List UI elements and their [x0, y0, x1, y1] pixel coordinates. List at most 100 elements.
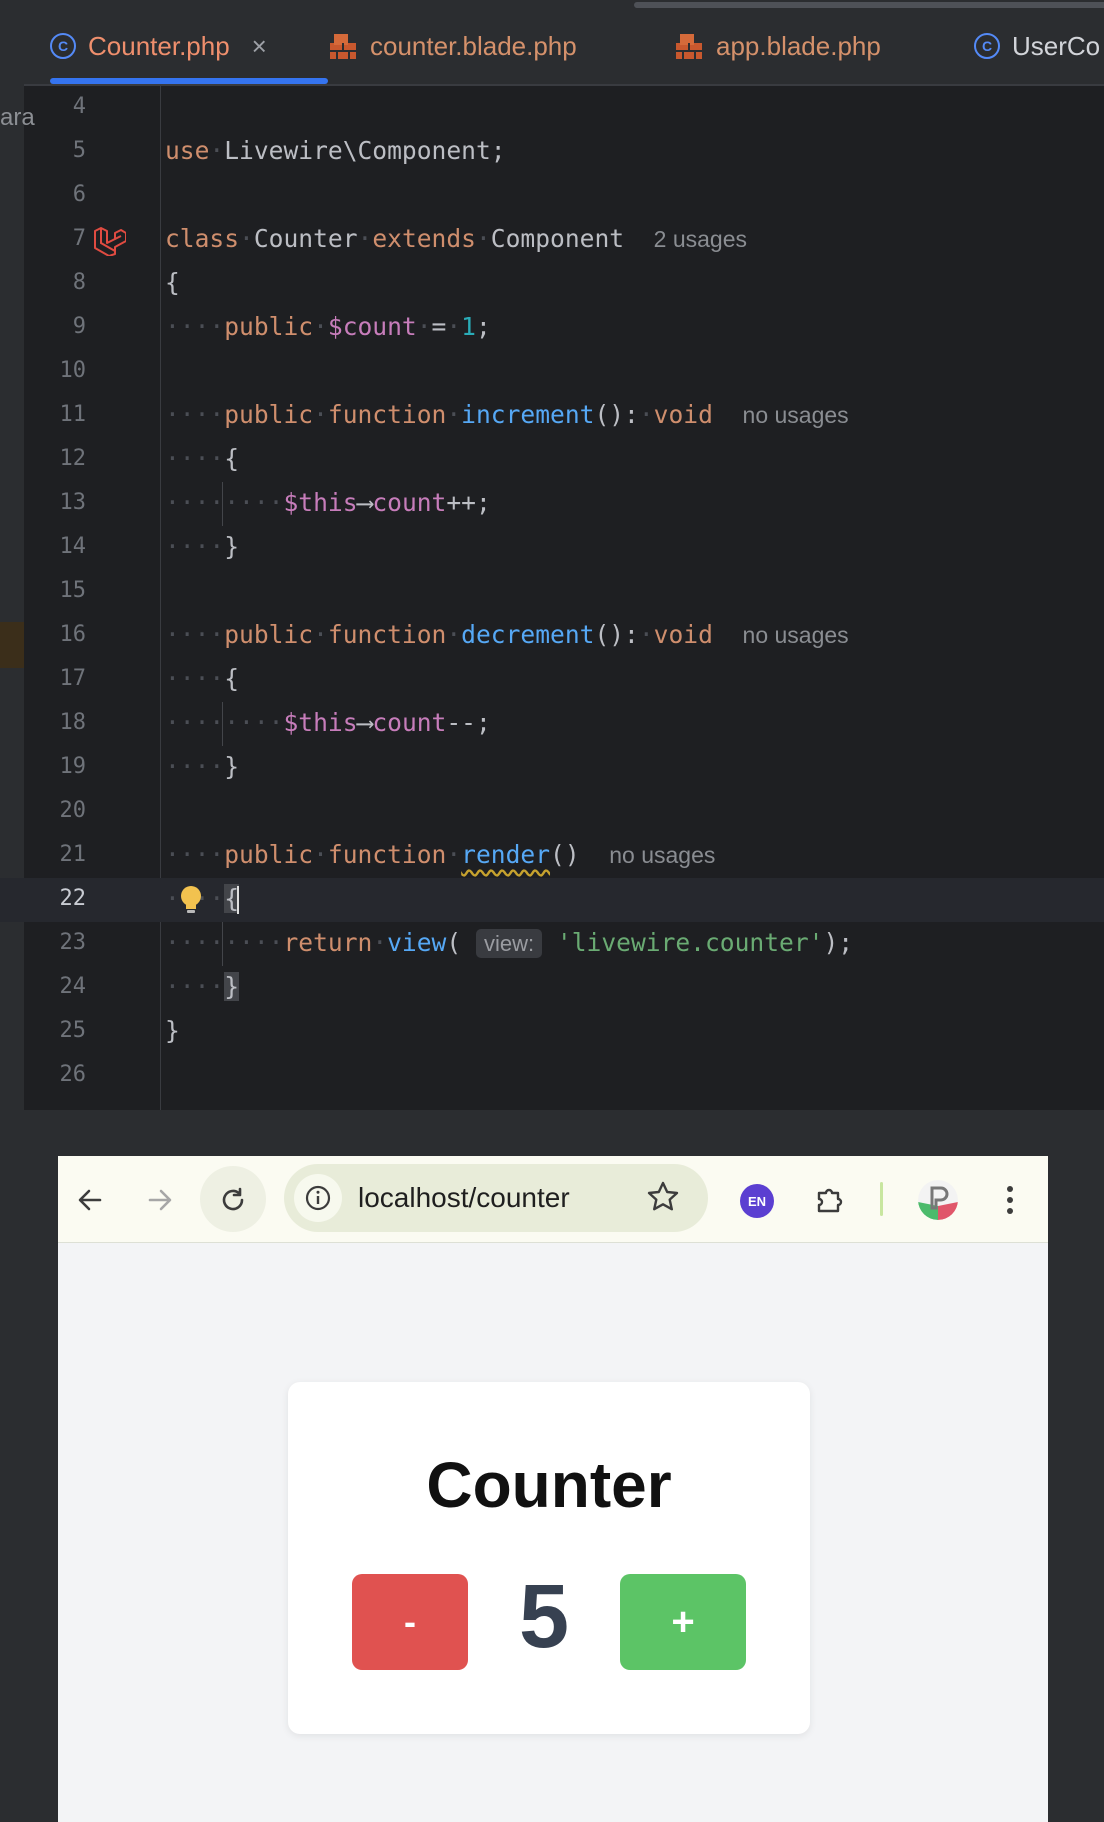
code-text[interactable]: ····public·$count·=·1; [165, 312, 491, 341]
indent-guide [222, 922, 223, 966]
code-text[interactable]: ····} [165, 752, 239, 781]
decrement-button[interactable]: - [352, 1574, 468, 1670]
code-line[interactable]: 17 ····{ [0, 658, 1104, 702]
line-number: 18 [59, 710, 87, 735]
tab-label: UserCo [1012, 30, 1101, 61]
back-button[interactable] [68, 1178, 112, 1222]
tab-app-blade[interactable]: app.blade.php [674, 26, 881, 66]
browser-menu-button[interactable] [988, 1178, 1032, 1222]
editor-tab-bar: C Counter.php × counter.blade.php app.bl… [24, 0, 1104, 86]
indent-guide [222, 482, 223, 526]
counter-title: Counter [426, 1449, 672, 1521]
line-number: 11 [59, 402, 87, 427]
line-number: 5 [72, 138, 86, 163]
close-icon[interactable]: × [252, 31, 267, 62]
code-line[interactable]: 13 ········$this⟶count++; [0, 482, 1104, 526]
line-number: 13 [59, 490, 87, 515]
code-line[interactable]: 15 [0, 570, 1104, 614]
line-number: 15 [59, 578, 87, 603]
profile-avatar-icon [918, 1180, 958, 1220]
bookmark-star-icon[interactable] [644, 1178, 682, 1216]
line-number: 25 [59, 1018, 87, 1043]
arrow-left-icon [78, 1189, 102, 1211]
code-line[interactable]: 9 ····public·$count·=·1; [0, 306, 1104, 350]
tab-userco[interactable]: C UserCo [974, 26, 1100, 66]
tab-counter-blade[interactable]: counter.blade.php [328, 26, 577, 66]
tab-label: counter.blade.php [370, 30, 577, 61]
code-line[interactable]: 24 ····} [0, 966, 1104, 1010]
increment-button[interactable]: + [620, 1574, 746, 1670]
code-line[interactable]: 8{ [0, 262, 1104, 306]
info-icon [305, 1185, 331, 1211]
line-number: 24 [59, 974, 87, 999]
active-tab-indicator [50, 78, 328, 84]
profile-avatar[interactable] [918, 1180, 958, 1220]
code-text[interactable]: ····} [165, 972, 240, 1001]
browser-toolbar: localhost/counter EN [58, 1156, 1048, 1243]
line-number: 14 [59, 534, 87, 559]
code-line[interactable]: 21 ····public·function·render() no usages [0, 834, 1104, 878]
line-number: 16 [59, 622, 87, 647]
ide-window: ara C Counter.php × counter.blade.php ap… [0, 0, 1104, 1110]
site-info-button[interactable] [294, 1174, 342, 1222]
code-text[interactable]: { [165, 268, 180, 297]
lightbulb-icon[interactable] [178, 884, 204, 916]
code-line[interactable]: 25} [0, 1010, 1104, 1054]
reload-icon [222, 1187, 244, 1211]
code-line[interactable]: 11 ····public·function·increment():·void … [0, 394, 1104, 438]
code-text[interactable]: ····public·function·decrement():·void no… [165, 620, 849, 649]
code-text[interactable]: ········return·view( view: 'livewire.cou… [165, 928, 853, 958]
code-line[interactable]: 7 class·Counter·extends·Component 2 usage… [0, 218, 1104, 262]
line-number: 21 [59, 842, 87, 867]
line-number: 20 [59, 798, 87, 823]
tab-label: Counter.php [88, 30, 230, 61]
blade-file-icon [330, 34, 356, 59]
line-number: 17 [59, 666, 87, 691]
code-line[interactable]: 5 use·Livewire\Component; [0, 130, 1104, 174]
tab-scrollbar[interactable] [634, 2, 1104, 8]
line-number: 12 [59, 446, 87, 471]
php-class-icon: C [974, 33, 1000, 59]
forward-button[interactable] [138, 1178, 182, 1222]
line-number: 19 [59, 754, 87, 779]
line-number: 10 [59, 358, 87, 383]
tab-counter-php[interactable]: C Counter.php × [50, 26, 267, 66]
code-line[interactable]: 19 ····} [0, 746, 1104, 790]
code-text[interactable]: ····{ [165, 664, 239, 693]
code-text[interactable]: ········$this⟶count--; [165, 708, 491, 737]
code-line[interactable]: 10 [0, 350, 1104, 394]
code-line[interactable]: 4 [0, 86, 1104, 130]
code-text[interactable]: ········$this⟶count++; [165, 488, 491, 517]
code-text[interactable]: ····public·function·increment():·void no… [165, 400, 849, 429]
code-text[interactable]: ····{ [165, 444, 239, 473]
browser-window: localhost/counter EN Counter - 5 + [58, 1156, 1048, 1822]
code-line[interactable]: 16 ····public·function·decrement():·void … [0, 614, 1104, 658]
code-line[interactable]: 14 ····} [0, 526, 1104, 570]
blade-file-icon [676, 34, 702, 59]
tab-label: app.blade.php [716, 30, 881, 61]
extensions-button[interactable] [808, 1178, 852, 1222]
line-number: 8 [72, 270, 86, 295]
kebab-menu-icon [1007, 1186, 1013, 1214]
laravel-icon[interactable] [92, 226, 126, 256]
code-line[interactable]: 23 ········return·view( view: 'livewire.c… [0, 922, 1104, 966]
indent-guide [222, 702, 223, 746]
code-line[interactable]: 20 [0, 790, 1104, 834]
code-line[interactable]: 22····{ [0, 878, 1104, 922]
code-text[interactable]: ····} [165, 532, 239, 561]
url-text[interactable]: localhost/counter [358, 1182, 570, 1214]
line-number: 4 [72, 94, 86, 119]
code-text[interactable]: } [165, 1016, 180, 1045]
code-text[interactable]: ····public·function·render() no usages [165, 840, 715, 869]
code-line[interactable]: 18 ········$this⟶count--; [0, 702, 1104, 746]
code-line[interactable]: 12 ····{ [0, 438, 1104, 482]
code-text[interactable]: use·Livewire\Component; [165, 136, 506, 165]
language-extension-icon[interactable]: EN [740, 1184, 774, 1218]
php-class-icon: C [50, 33, 76, 59]
code-text[interactable]: class·Counter·extends·Component 2 usages [165, 224, 747, 253]
address-bar[interactable]: localhost/counter [284, 1164, 708, 1232]
code-line[interactable]: 6 [0, 174, 1104, 218]
reload-icon-wrap[interactable] [211, 1178, 255, 1222]
code-line[interactable]: 26 [0, 1054, 1104, 1098]
count-value: 5 [518, 1567, 570, 1667]
